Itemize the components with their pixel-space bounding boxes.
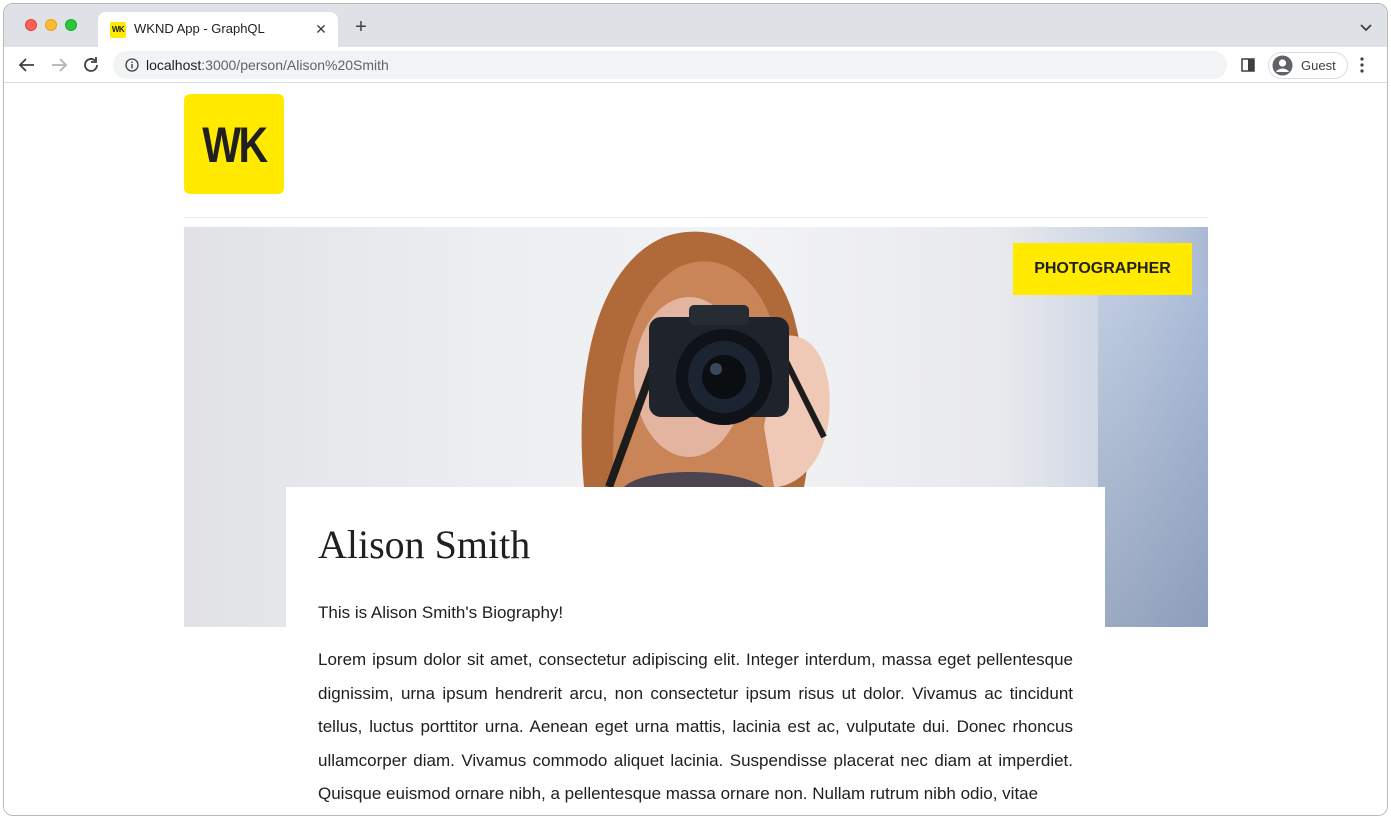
tab-search-chevron-icon[interactable] [1357,18,1375,36]
person-card: Alison Smith This is Alison Smith's Biog… [286,487,1105,815]
header-divider [184,217,1208,218]
side-panel-icon[interactable] [1241,58,1255,72]
occupation-badge: PHOTOGRAPHER [1013,243,1192,295]
bio-intro: This is Alison Smith's Biography! [318,603,564,622]
more-menu-icon[interactable] [1360,57,1364,73]
forward-arrow-icon[interactable] [48,54,70,76]
person-name: Alison Smith [318,522,531,567]
page-content: WK PHOTOGRAPHER Alison Smith This is Ali… [4,84,1387,815]
url-host: localhost [146,57,202,73]
tab-close-icon[interactable]: ✕ [312,20,330,38]
url-path: :3000/person/Alison%20Smith [201,57,389,73]
browser-window: WK WKND App - GraphQL ✕ + localhost:3000… [3,3,1388,816]
wknd-logo[interactable]: WK [184,94,284,194]
avatar-icon [1272,55,1293,76]
new-tab-button[interactable]: + [350,17,372,39]
profile-label: Guest [1301,58,1336,73]
maximize-window-button[interactable] [65,19,77,31]
tab-active[interactable]: WK WKND App - GraphQL ✕ [98,12,338,47]
address-bar[interactable]: localhost:3000/person/Alison%20Smith [113,51,1227,79]
profile-button[interactable]: Guest [1268,52,1348,79]
tab-favicon: WK [110,22,126,38]
back-arrow-icon[interactable] [16,54,38,76]
tab-strip: WK WKND App - GraphQL ✕ + [4,4,1387,47]
reload-icon[interactable] [80,54,102,76]
logo-text: WK [202,117,268,173]
browser-toolbar: localhost:3000/person/Alison%20Smith Gue… [4,47,1387,83]
site-info-icon[interactable] [125,58,139,72]
photographer-photo [581,231,830,487]
hero-background-blur [1098,287,1208,627]
bio-body: Lorem ipsum dolor sit amet, consectetur … [318,650,1073,803]
url-text: localhost:3000/person/Alison%20Smith [146,57,389,73]
tab-title: WKND App - GraphQL [134,21,265,36]
close-window-button[interactable] [25,19,37,31]
minimize-window-button[interactable] [45,19,57,31]
